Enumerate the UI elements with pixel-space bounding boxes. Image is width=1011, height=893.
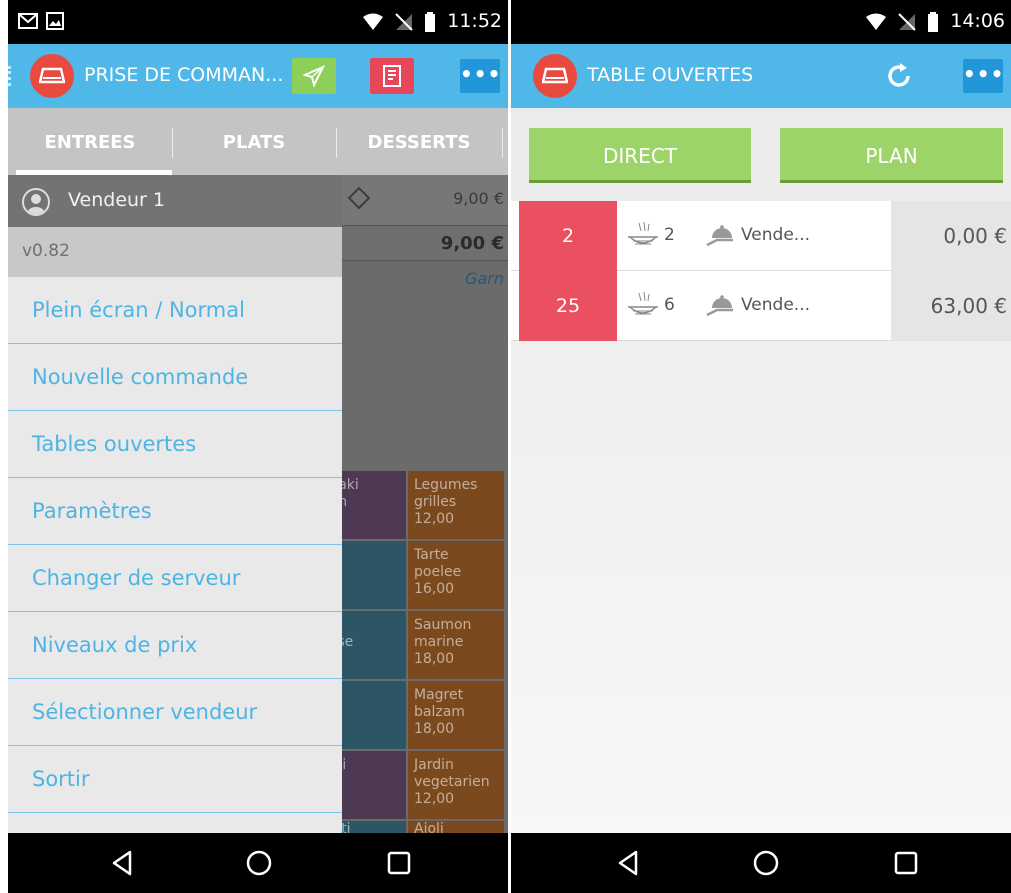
system-nav-bar xyxy=(511,833,1011,893)
table-seller: Vende... xyxy=(741,225,811,245)
menu-item-open-tables[interactable]: Tables ouvertes xyxy=(8,411,342,478)
tab-desserts[interactable]: DESSERTS xyxy=(336,108,502,175)
image-icon xyxy=(46,12,64,30)
price-tag-icon xyxy=(347,186,371,210)
plan-button[interactable]: PLAN xyxy=(780,128,1003,183)
more-dots-icon: ••• xyxy=(460,62,502,86)
tab-plats[interactable]: PLATS xyxy=(172,108,336,175)
page-title: PRISE DE COMMAN... xyxy=(84,64,284,86)
more-options-button[interactable]: ••• xyxy=(963,59,1003,93)
drawer-user-header[interactable]: Vendeur 1 xyxy=(8,175,342,227)
home-icon[interactable] xyxy=(751,848,781,878)
send-order-button[interactable] xyxy=(292,58,336,94)
tablet-logo-icon xyxy=(39,67,65,84)
table-covers: 6 xyxy=(664,295,675,315)
drawer-user-name: Vendeur 1 xyxy=(68,189,165,211)
order-line-price: 9,00 € xyxy=(453,189,504,208)
product-tile[interactable]: Tarte poelee 16,00 xyxy=(408,541,504,609)
app-bar: TABLE OUVERTES ••• xyxy=(511,44,1011,108)
recent-apps-icon[interactable] xyxy=(891,848,921,878)
table-row[interactable]: 2 2 Vende... 0,00 € xyxy=(511,201,1011,271)
navigation-drawer: Vendeur 1 v0.82 Plein écran / Normal Nou… xyxy=(8,175,342,835)
product-tile[interactable]: Jardin vegetarien 12,00 xyxy=(408,751,504,819)
home-icon[interactable] xyxy=(244,848,274,878)
table-covers: 2 xyxy=(664,225,675,245)
left-phone-screen: 11:52 PRISE DE COMMAN... ••• ENTREES PLA… xyxy=(8,0,508,893)
app-logo[interactable] xyxy=(533,54,577,98)
app-logo[interactable] xyxy=(30,54,74,98)
menu-item-price-levels[interactable]: Niveaux de prix xyxy=(8,612,342,679)
status-bar: 14:06 xyxy=(511,0,1011,44)
category-tabs: ENTREES PLATS DESSERTS xyxy=(8,108,508,175)
table-seller: Vende... xyxy=(741,295,811,315)
product-tile[interactable]: Saumon marine 18,00 xyxy=(408,611,504,679)
battery-icon xyxy=(928,12,938,32)
wifi-icon xyxy=(363,13,383,30)
back-icon[interactable] xyxy=(108,848,138,878)
menu-item-new-order[interactable]: Nouvelle commande xyxy=(8,344,342,411)
product-tile[interactable]: Magret balzam 18,00 xyxy=(408,681,504,749)
menu-item-select-seller[interactable]: Sélectionner vendeur xyxy=(8,679,342,746)
tab-divider xyxy=(502,128,503,158)
refresh-icon[interactable] xyxy=(884,61,914,91)
receipt-icon xyxy=(383,65,401,87)
order-line: 9,00 € xyxy=(338,175,508,225)
table-amount: 63,00 € xyxy=(891,271,1011,341)
drawer-handle-icon[interactable] xyxy=(8,66,12,86)
right-phone-screen: 14:06 TABLE OUVERTES ••• DIRECT PLAN 2 2… xyxy=(511,0,1011,893)
table-amount: 0,00 € xyxy=(891,201,1011,271)
server-cloche-icon xyxy=(706,295,733,317)
order-total: 9,00 € xyxy=(440,233,504,254)
battery-icon xyxy=(425,12,435,32)
back-icon[interactable] xyxy=(614,848,644,878)
garnish-note: Garn xyxy=(465,269,504,288)
order-total-row: 9,00 € xyxy=(338,225,508,261)
covers-plate-icon xyxy=(628,221,658,245)
menu-item-change-server[interactable]: Changer de serveur xyxy=(8,545,342,612)
open-tables-content: DIRECT PLAN 2 2 Vende... 0,00 € 25 6 Ven… xyxy=(511,108,1011,833)
status-bar: 11:52 xyxy=(8,0,508,44)
menu-item-fullscreen[interactable]: Plein écran / Normal xyxy=(8,277,342,344)
menu-item-settings[interactable]: Paramètres xyxy=(8,478,342,545)
page-title: TABLE OUVERTES xyxy=(587,64,754,86)
gmail-icon xyxy=(18,13,38,29)
wifi-icon xyxy=(866,13,886,30)
product-tile[interactable]: Legumes grilles 12,00 xyxy=(408,471,504,539)
table-number: 2 xyxy=(519,201,617,271)
more-options-button[interactable]: ••• xyxy=(460,59,500,93)
menu-item-exit[interactable]: Sortir xyxy=(8,746,342,813)
more-dots-icon: ••• xyxy=(963,62,1005,86)
app-bar: PRISE DE COMMAN... ••• xyxy=(8,44,508,108)
recent-apps-icon[interactable] xyxy=(384,848,414,878)
status-time: 14:06 xyxy=(950,10,1005,32)
server-cloche-icon xyxy=(706,225,733,247)
system-nav-bar xyxy=(8,833,508,893)
tablet-logo-icon xyxy=(542,67,568,84)
direct-button[interactable]: DIRECT xyxy=(529,128,751,183)
status-time: 11:52 xyxy=(447,10,502,32)
app-version: v0.82 xyxy=(8,227,342,277)
no-sim-icon xyxy=(395,13,413,31)
covers-plate-icon xyxy=(628,291,658,315)
table-row[interactable]: 25 6 Vende... 63,00 € xyxy=(511,271,1011,341)
user-avatar-icon xyxy=(22,188,50,216)
table-number: 25 xyxy=(519,271,617,341)
ticket-button[interactable] xyxy=(370,58,414,94)
tab-entrees[interactable]: ENTREES xyxy=(8,108,172,175)
no-sim-icon xyxy=(898,13,916,31)
paper-plane-icon xyxy=(303,65,325,87)
